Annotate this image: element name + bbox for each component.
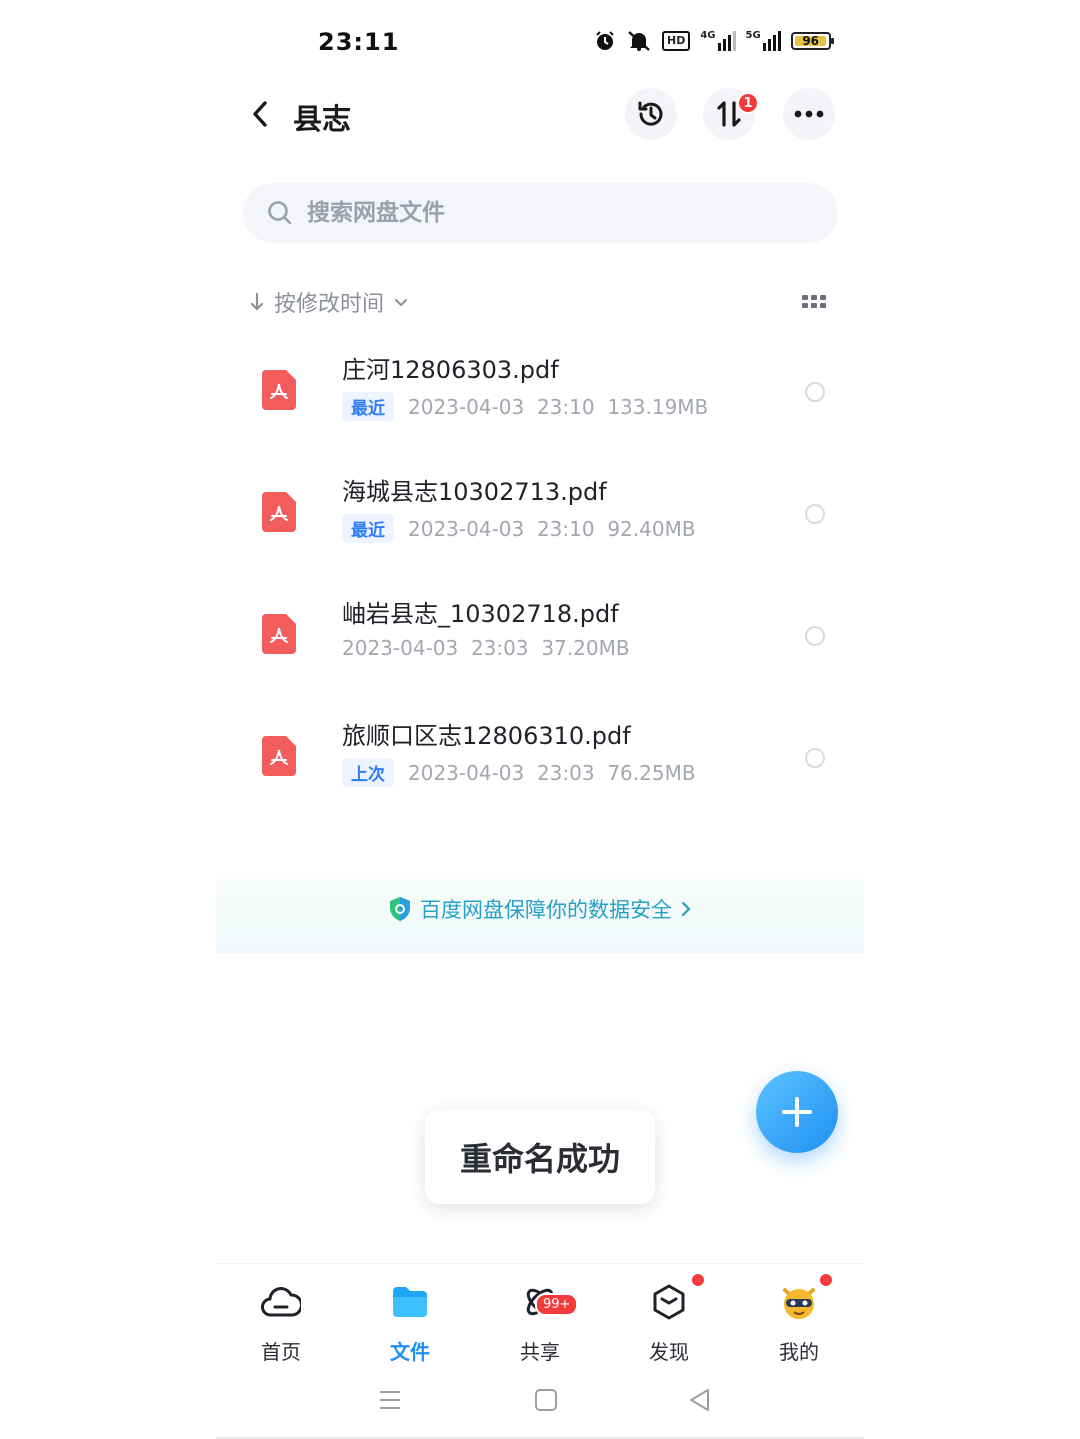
file-date: 2023-04-03: [408, 760, 525, 785]
profile-dot: [820, 1274, 832, 1286]
file-time: 23:10: [536, 516, 595, 541]
nav-home[interactable]: 首页: [236, 1280, 326, 1365]
network-5g-label: 5G: [745, 30, 761, 41]
file-name: 旅顺口区志12806310.pdf: [342, 722, 631, 750]
discover-icon: [647, 1280, 691, 1324]
pdf-file-icon: [262, 492, 296, 532]
add-button[interactable]: [756, 1071, 838, 1153]
mute-icon: [628, 31, 650, 51]
file-name: 庄河12806303.pdf: [342, 356, 559, 384]
chevron-right-icon: [681, 901, 691, 917]
pdf-file-icon: [262, 736, 296, 776]
grid-icon: [802, 295, 826, 308]
file-size: 133.19MB: [607, 394, 709, 419]
nav-label: 首页: [261, 1340, 301, 1364]
nav-label: 我的: [779, 1340, 819, 1364]
file-row[interactable]: 海城县志10302713.pdf 最近 2023-04-03 23:10 92.…: [240, 472, 840, 594]
search-input[interactable]: [307, 200, 787, 226]
share-badge: 99+: [535, 1293, 579, 1316]
file-row[interactable]: 岫岩县志_10302718.pdf 2023-04-03 23:03 37.20…: [240, 594, 840, 716]
nav-share[interactable]: 99+ 共享: [495, 1280, 585, 1365]
file-meta: 最近 2023-04-03 23:10 133.19MB: [342, 392, 708, 421]
battery-icon: 96: [790, 32, 834, 50]
file-name: 海城县志10302713.pdf: [342, 478, 607, 506]
transfer-badge: 1: [737, 92, 759, 114]
file-meta: 上次 2023-04-03 23:03 76.25MB: [342, 758, 696, 787]
search-icon: [268, 201, 292, 225]
sort-label: 按修改时间: [274, 292, 385, 317]
nav-files[interactable]: 文件: [365, 1280, 455, 1365]
file-meta: 2023-04-03 23:03 37.20MB: [342, 636, 630, 660]
folder-icon: [388, 1280, 432, 1324]
page-title: 县志: [293, 102, 352, 136]
status-time: 23:11: [318, 28, 400, 56]
nav-label: 共享: [520, 1340, 560, 1364]
select-checkbox[interactable]: [805, 382, 825, 402]
bottom-nav: 首页 文件 99+ 共享 发现 我的: [216, 1263, 864, 1373]
chevron-left-icon: [253, 101, 267, 127]
chevron-down-icon: [395, 299, 408, 307]
safety-banner[interactable]: 百度网盘保障你的数据安全: [216, 865, 864, 953]
recent-tag: 最近: [342, 392, 394, 421]
plus-icon: [782, 1097, 812, 1127]
back-triangle-icon[interactable]: [688, 1388, 712, 1412]
file-date: 2023-04-03: [408, 394, 525, 419]
file-name: 岫岩县志_10302718.pdf: [342, 600, 619, 628]
arrow-down-icon: [250, 292, 264, 311]
file-meta: 最近 2023-04-03 23:10 92.40MB: [342, 514, 696, 543]
safety-text: 百度网盘保障你的数据安全: [420, 898, 672, 922]
file-time: 23:03: [536, 760, 595, 785]
file-date: 2023-04-03: [408, 516, 525, 541]
home-square-icon[interactable]: [534, 1388, 558, 1412]
battery-level: 96: [802, 34, 820, 48]
status-icons: HD 4G 5G 96: [594, 30, 834, 52]
cloud-icon: [259, 1280, 303, 1324]
hd-icon: HD: [662, 31, 691, 51]
file-size: 76.25MB: [607, 760, 696, 785]
history-button[interactable]: [625, 88, 677, 140]
grid-view-toggle[interactable]: [800, 292, 828, 312]
file-time: 23:03: [470, 636, 529, 660]
select-checkbox[interactable]: [805, 504, 825, 524]
nav-label: 文件: [390, 1340, 430, 1364]
file-time: 23:10: [536, 394, 595, 419]
shield-icon: [390, 897, 410, 921]
select-checkbox[interactable]: [805, 748, 825, 768]
nav-label: 发现: [649, 1340, 689, 1364]
discover-dot: [692, 1274, 704, 1286]
file-date: 2023-04-03: [342, 636, 459, 660]
search-bar[interactable]: [243, 183, 838, 243]
sort-selector[interactable]: 按修改时间: [250, 286, 408, 318]
signal-5g-icon: 5G: [746, 31, 781, 51]
network-4g-label: 4G: [700, 30, 716, 41]
file-row[interactable]: 旅顺口区志12806310.pdf 上次 2023-04-03 23:03 76…: [240, 716, 840, 838]
last-tag: 上次: [342, 758, 394, 787]
file-row[interactable]: 庄河12806303.pdf 最近 2023-04-03 23:10 133.1…: [240, 350, 840, 472]
toast-message: 重命名成功: [425, 1110, 655, 1204]
file-size: 37.20MB: [541, 636, 630, 660]
alarm-icon: [596, 31, 614, 50]
history-icon: [638, 101, 663, 126]
pdf-file-icon: [262, 614, 296, 654]
pdf-file-icon: [262, 370, 296, 410]
select-checkbox[interactable]: [805, 626, 825, 646]
avatar-icon: [777, 1280, 821, 1324]
more-button[interactable]: [783, 88, 835, 140]
system-nav-bar: [216, 1380, 864, 1420]
signal-4g-icon: 4G: [700, 30, 736, 51]
nav-discover[interactable]: 发现: [624, 1274, 714, 1365]
back-button[interactable]: [238, 92, 282, 136]
more-icon: [794, 110, 824, 118]
nav-profile[interactable]: 我的: [754, 1274, 844, 1365]
menu-icon[interactable]: [378, 1388, 402, 1412]
recent-tag: 最近: [342, 514, 394, 543]
file-size: 92.40MB: [607, 516, 696, 541]
